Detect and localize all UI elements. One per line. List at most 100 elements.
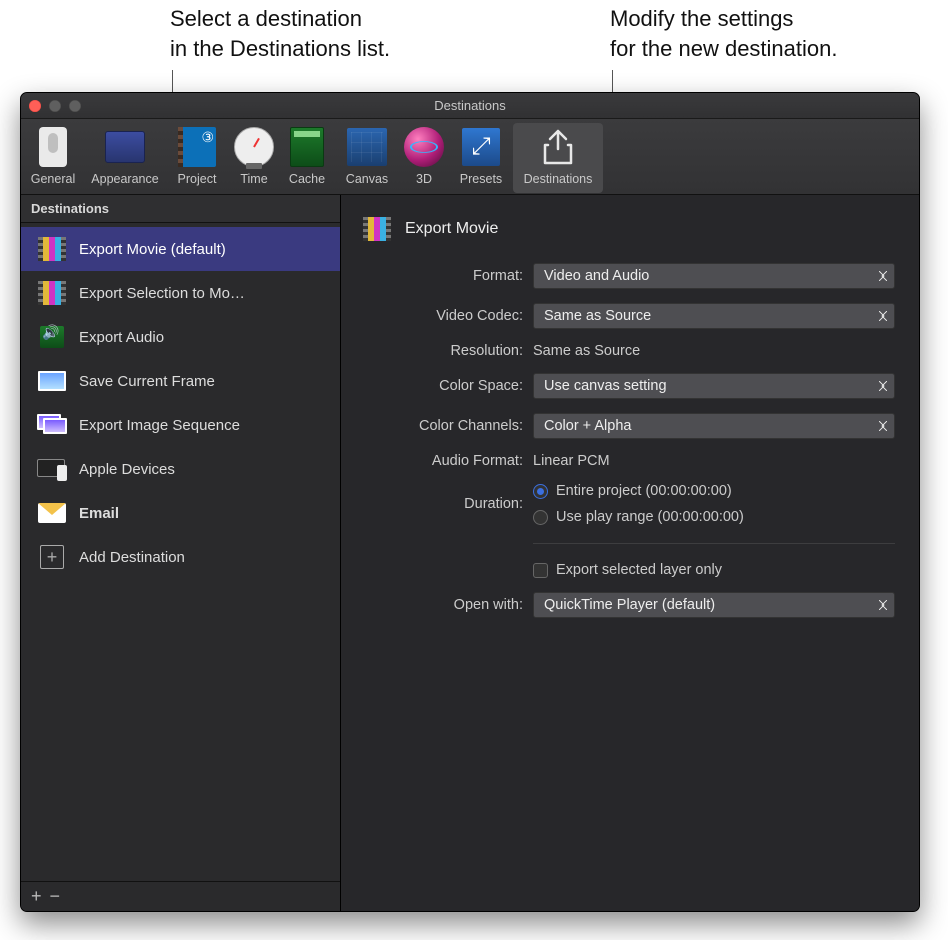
audio-icon <box>37 323 67 351</box>
dest-item-label: Email <box>79 505 119 522</box>
titlebar: Destinations <box>21 93 919 119</box>
dest-item-email[interactable]: Email <box>21 491 340 535</box>
dest-item-label: Add Destination <box>79 549 185 566</box>
dest-item-label: Export Audio <box>79 329 164 346</box>
dest-item-export-audio[interactable]: Export Audio <box>21 315 340 359</box>
duration-opt2-label: Use play range (00:00:00:00) <box>556 509 744 525</box>
toolbar-time[interactable]: Time <box>229 123 279 193</box>
sequence-icon <box>37 411 67 439</box>
film-icon <box>363 217 391 241</box>
openwith-select[interactable]: QuickTime Player (default) <box>533 592 895 618</box>
format-select[interactable]: Video and Audio <box>533 263 895 289</box>
audiofmt-label: Audio Format: <box>363 453 523 469</box>
dest-item-label: Export Movie (default) <box>79 241 226 258</box>
canvas-icon <box>347 128 387 166</box>
share-icon <box>538 127 578 167</box>
codec-value: Same as Source <box>544 308 651 324</box>
channels-select[interactable]: Color + Alpha <box>533 413 895 439</box>
duration-radio-range[interactable]: Use play range (00:00:00:00) <box>533 509 895 525</box>
appearance-icon <box>105 131 145 163</box>
dest-item-image-sequence[interactable]: Export Image Sequence <box>21 403 340 447</box>
toolbar-general[interactable]: General <box>21 123 85 193</box>
add-destination-button[interactable]: + <box>31 886 42 907</box>
duration-radio-entire[interactable]: Entire project (00:00:00:00) <box>533 483 895 499</box>
dest-item-add-destination[interactable]: + Add Destination <box>21 535 340 579</box>
radio-icon <box>533 510 548 525</box>
channels-value: Color + Alpha <box>544 418 631 434</box>
general-icon <box>39 127 67 167</box>
duration-label: Duration: <box>363 496 523 512</box>
colorspace-value: Use canvas setting <box>544 378 667 394</box>
toolbar-label: Cache <box>289 172 325 186</box>
colorspace-select[interactable]: Use canvas setting <box>533 373 895 399</box>
panel-title: Export Movie <box>405 220 498 238</box>
toolbar-label: General <box>31 172 75 186</box>
devices-icon <box>37 455 67 483</box>
format-label: Format: <box>363 268 523 284</box>
toolbar-label: Presets <box>460 172 502 186</box>
dest-item-label: Export Selection to Mo… <box>79 285 245 302</box>
colorspace-label: Color Space: <box>363 378 523 394</box>
resolution-label: Resolution: <box>363 343 523 359</box>
openwith-value: QuickTime Player (default) <box>544 597 715 613</box>
dest-item-export-movie[interactable]: Export Movie (default) <box>21 227 340 271</box>
codec-select[interactable]: Same as Source <box>533 303 895 329</box>
export-layer-checkbox[interactable]: Export selected layer only <box>533 562 895 578</box>
sidebar: Destinations Export Movie (default) Expo… <box>21 195 341 911</box>
dest-item-apple-devices[interactable]: Apple Devices <box>21 447 340 491</box>
format-value: Video and Audio <box>544 268 649 284</box>
dest-item-label: Apple Devices <box>79 461 175 478</box>
panel-header: Export Movie <box>363 217 895 241</box>
dest-item-export-selection[interactable]: Export Selection to Mo… <box>21 271 340 315</box>
toolbar-3d[interactable]: 3D <box>399 123 449 193</box>
presets-icon <box>462 128 500 166</box>
toolbar-label: Destinations <box>524 172 593 186</box>
toolbar-cache[interactable]: Cache <box>279 123 335 193</box>
remove-destination-button[interactable]: − <box>50 886 61 907</box>
toolbar-presets[interactable]: Presets <box>449 123 513 193</box>
frame-icon <box>37 367 67 395</box>
checkbox-icon <box>533 563 548 578</box>
3d-icon <box>404 127 444 167</box>
window-title: Destinations <box>21 98 919 113</box>
dest-item-label: Save Current Frame <box>79 373 215 390</box>
settings-panel: Export Movie Format: Video and Audio Vid… <box>341 195 919 911</box>
email-icon <box>37 499 67 527</box>
toolbar-appearance[interactable]: Appearance <box>85 123 165 193</box>
cache-icon <box>290 127 324 167</box>
toolbar-canvas[interactable]: Canvas <box>335 123 399 193</box>
audiofmt-value: Linear PCM <box>533 453 895 469</box>
toolbar-label: Appearance <box>91 172 158 186</box>
film-icon <box>37 235 67 263</box>
toolbar-label: Canvas <box>346 172 388 186</box>
toolbar-label: Project <box>178 172 217 186</box>
preferences-window: Destinations General Appearance Project … <box>20 92 920 912</box>
divider <box>533 543 895 544</box>
toolbar: General Appearance Project Time Cache Ca… <box>21 119 919 195</box>
sidebar-footer: + − <box>21 881 340 911</box>
film-icon <box>37 279 67 307</box>
plus-box-icon: + <box>37 543 67 571</box>
callout-right: Modify the settings for the new destinat… <box>610 4 837 63</box>
resolution-value: Same as Source <box>533 343 895 359</box>
settings-form: Format: Video and Audio Video Codec: Sam… <box>363 263 895 618</box>
callouts: Select a destination in the Destinations… <box>0 4 948 92</box>
callout-left: Select a destination in the Destinations… <box>170 4 390 63</box>
export-layer-label: Export selected layer only <box>556 562 722 578</box>
channels-label: Color Channels: <box>363 418 523 434</box>
toolbar-destinations[interactable]: Destinations <box>513 123 603 193</box>
content: Destinations Export Movie (default) Expo… <box>21 195 919 911</box>
openwith-label: Open with: <box>363 597 523 613</box>
toolbar-project[interactable]: Project <box>165 123 229 193</box>
toolbar-label: Time <box>240 172 267 186</box>
codec-label: Video Codec: <box>363 308 523 324</box>
time-icon <box>234 127 274 167</box>
radio-icon <box>533 484 548 499</box>
toolbar-label: 3D <box>416 172 432 186</box>
dest-item-save-frame[interactable]: Save Current Frame <box>21 359 340 403</box>
sidebar-header: Destinations <box>21 195 340 223</box>
project-icon <box>178 127 216 167</box>
destinations-list: Export Movie (default) Export Selection … <box>21 223 340 881</box>
duration-opt1-label: Entire project (00:00:00:00) <box>556 483 732 499</box>
dest-item-label: Export Image Sequence <box>79 417 240 434</box>
